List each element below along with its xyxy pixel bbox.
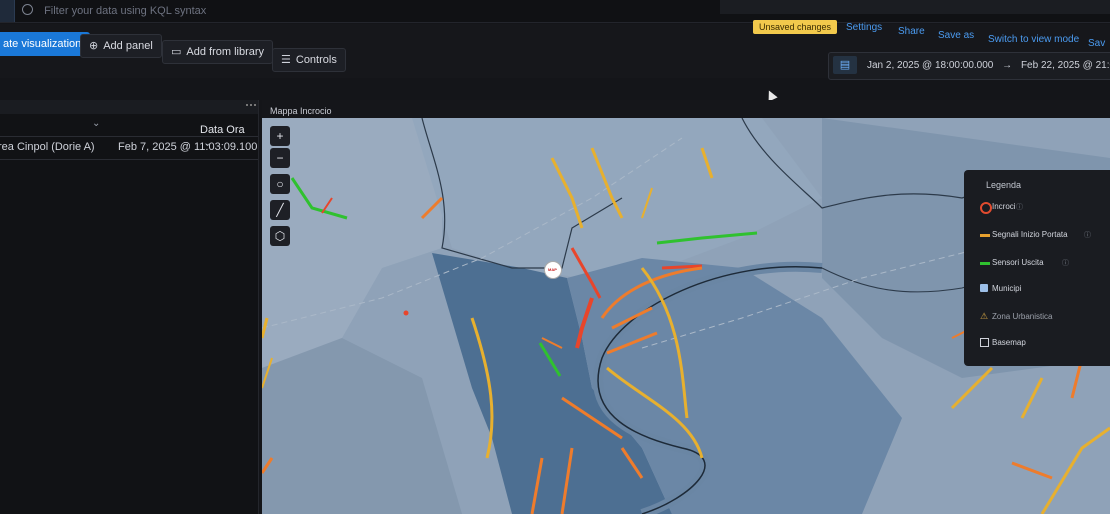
query-language-button[interactable] [0, 0, 15, 22]
info-icon: ⓘ [1016, 204, 1023, 211]
row-date: Feb 7, 2025 @ 11:03:09.100 [118, 141, 258, 153]
add-panel-button[interactable]: ⊕ Add panel [80, 34, 162, 58]
settings-link[interactable]: Settings [846, 22, 882, 33]
panel-header [0, 100, 258, 114]
sliders-icon: ☰ [281, 54, 291, 66]
map-panel-title: Mappa Incrocio [270, 106, 332, 116]
info-icon: ⓘ [1062, 260, 1069, 267]
line-icon: ╱ [276, 203, 284, 217]
row-name: rea Cinpol (Dorie A) [0, 141, 95, 153]
search-placeholder: Filter your data using KQL syntax [44, 5, 207, 17]
polygon-swatch-icon [980, 284, 988, 292]
plus-circle-icon: ⊕ [89, 40, 99, 52]
date-start[interactable]: Jan 2, 2025 @ 18:00:00.000 [867, 60, 993, 71]
add-from-library-button[interactable]: ▭ Add from library [162, 40, 274, 64]
date-range-text: Jan 2, 2025 @ 18:00:00.000 → Feb 22, 202… [867, 53, 1110, 79]
draw-circle-button[interactable]: ○ [270, 174, 290, 194]
save-link[interactable]: Sav [1088, 38, 1105, 49]
save-as-link[interactable]: Save as [938, 30, 974, 41]
switch-to-view-mode-link[interactable]: Switch to view mode [988, 34, 1079, 45]
draw-polygon-button[interactable]: ⬡ [270, 226, 290, 246]
query-bar: Filter your data using KQL syntax [0, 0, 1110, 23]
panel-options-icon[interactable] [246, 104, 256, 110]
line-swatch-icon [980, 262, 990, 265]
create-visualization-button[interactable]: ate visualization [0, 32, 91, 56]
incroci-icon [980, 202, 992, 214]
unsaved-changes-badge: Unsaved changes [753, 20, 838, 34]
draw-line-button[interactable]: ╱ [270, 200, 290, 220]
table-row[interactable]: rea Cinpol (Dorie A) Feb 7, 2025 @ 11:03… [0, 136, 258, 160]
search-icon [22, 4, 33, 15]
map-marker-icon[interactable]: MAP [545, 262, 561, 278]
calendar-icon[interactable]: ▤ [833, 56, 857, 74]
folder-icon: ▭ [171, 46, 182, 58]
date-end[interactable]: Feb 22, 2025 @ 21:00:00.000 [1021, 60, 1110, 71]
date-range-picker[interactable]: ▤ Jan 2, 2025 @ 18:00:00.000 → Feb 22, 2… [828, 52, 1110, 80]
zoom-in-button[interactable]: + [270, 126, 290, 146]
legend-title: Legenda [986, 180, 1022, 190]
map-legend: Legenda Incroci ⓘ Segnali Inizio Portata… [964, 170, 1110, 366]
circle-icon: ○ [276, 177, 284, 191]
share-link[interactable]: Share [898, 26, 925, 37]
arrow-right-icon: → [1002, 60, 1013, 71]
zoom-out-button[interactable]: − [270, 148, 290, 168]
chevron-down-icon[interactable]: ⌄ [92, 118, 100, 129]
grid-icon [980, 338, 989, 347]
line-swatch-icon [980, 234, 990, 237]
warning-triangle-icon: ⚠ [980, 311, 989, 321]
search-input[interactable]: Filter your data using KQL syntax [22, 0, 722, 22]
saved-search-panel: ⌄ Data Ora ⌄ rea Cinpol (Dorie A) Feb 7,… [0, 100, 259, 514]
polygon-icon: ⬡ [274, 229, 286, 243]
controls-button[interactable]: ☰ Controls [272, 48, 346, 72]
incrocio-dot [403, 310, 409, 316]
query-bar-right-area [720, 0, 1110, 14]
info-icon: ⓘ [1084, 232, 1091, 239]
